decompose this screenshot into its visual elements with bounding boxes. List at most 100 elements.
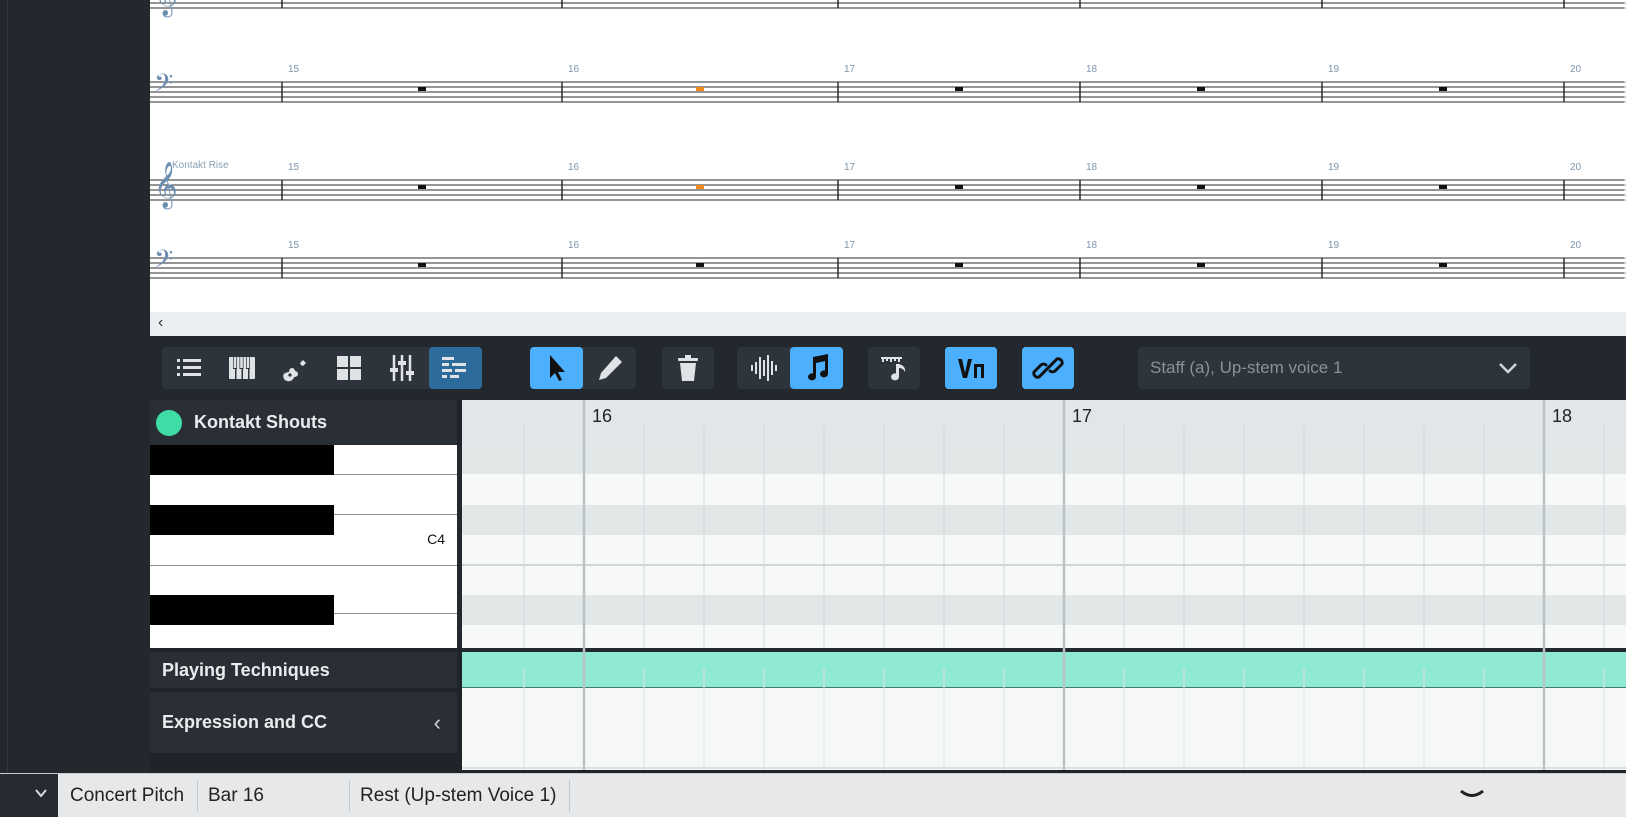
whole-rest[interactable] — [1439, 185, 1447, 189]
link-group — [1022, 347, 1074, 389]
instrument-header[interactable]: Kontakt Shouts — [150, 400, 457, 445]
key-divider — [334, 613, 457, 614]
staff[interactable]: 𝄢 15 16 17 18 19 20 — [150, 64, 1626, 104]
tool-group — [530, 347, 636, 389]
bar-number: 19 — [1328, 162, 1340, 173]
divider — [197, 780, 198, 812]
whole-rest[interactable] — [696, 263, 704, 267]
link-icon[interactable] — [1022, 347, 1074, 389]
whole-rest[interactable] — [1197, 263, 1205, 267]
mixer-sliders-icon[interactable] — [375, 347, 428, 389]
playing-technique-lane-fill[interactable] — [462, 652, 1626, 688]
bass-clef-icon: 𝄢 — [154, 245, 173, 280]
bar-number: 19 — [1328, 64, 1340, 75]
whole-rest[interactable] — [955, 185, 963, 189]
pitch-row[interactable] — [462, 625, 1626, 648]
arrow-select-icon[interactable] — [530, 347, 583, 389]
bar-number: 18 — [1086, 162, 1098, 173]
bar-number: 16 — [592, 406, 612, 426]
pitch-row[interactable] — [462, 474, 1626, 505]
lower-zone-toolbar: Staff (a), Up-stem voice 1 — [150, 336, 1626, 400]
app-window: 𝄞𝄢151617181920𝄞151617181920𝄢151617181920… — [0, 0, 1626, 817]
score-scrollbar[interactable]: ‹ — [150, 312, 1626, 336]
treble-clef-icon: 𝄞 — [154, 0, 178, 18]
chevron-left-icon[interactable]: ‹ — [434, 692, 441, 753]
whole-rest[interactable] — [1439, 263, 1447, 267]
key-divider — [150, 565, 457, 566]
whole-rest[interactable] — [418, 87, 426, 91]
bar-number: 15 — [288, 240, 300, 251]
lane-expression-cc[interactable]: Expression and CC ‹ — [150, 692, 457, 753]
bar-position: Bar 16 — [208, 785, 264, 806]
piano-roll-grid[interactable]: 16 17 18 — [462, 400, 1626, 770]
pitch-row[interactable] — [462, 595, 1626, 625]
whole-rest[interactable] — [418, 185, 426, 189]
key-editor-icon[interactable] — [428, 347, 482, 389]
bar-number: 15 — [288, 162, 300, 173]
trash-icon[interactable] — [662, 347, 714, 389]
waveform-icon[interactable] — [737, 347, 790, 389]
bar-number: 17 — [844, 162, 856, 173]
lane-playing-techniques[interactable]: Playing Techniques — [150, 652, 457, 688]
pitch-row[interactable] — [462, 565, 1626, 595]
bar-number: 18 — [1552, 406, 1572, 426]
music-note-icon[interactable] — [790, 347, 843, 389]
bar-number: 20 — [1570, 162, 1582, 173]
c4-label: C4 — [427, 531, 445, 547]
divider — [569, 780, 570, 812]
whole-rest[interactable] — [1439, 87, 1447, 91]
staff[interactable]: 𝄞 — [150, 0, 1626, 18]
view-group — [737, 347, 843, 389]
whole-rest[interactable] — [955, 263, 963, 267]
whole-rest[interactable] — [1197, 87, 1205, 91]
chevron-left-icon[interactable]: ‹ — [158, 314, 163, 332]
whole-rest[interactable] — [696, 185, 704, 189]
key-divider — [334, 514, 457, 515]
staff-voice-selector[interactable]: Staff (a), Up-stem voice 1 — [1138, 347, 1530, 389]
key-divider — [334, 474, 457, 475]
piano-keys-icon[interactable] — [215, 347, 268, 389]
whole-rest[interactable] — [955, 87, 963, 91]
pencil-icon[interactable] — [583, 347, 636, 389]
bar-number: 19 — [1328, 240, 1340, 251]
list-icon[interactable] — [162, 347, 215, 389]
voice-icon[interactable] — [945, 347, 997, 389]
bar-number: 18 — [1086, 64, 1098, 75]
bass-clef-icon: 𝄢 — [154, 69, 173, 104]
bar-number: 16 — [568, 240, 580, 251]
pitch-row[interactable] — [462, 505, 1626, 535]
whole-rest[interactable] — [696, 87, 704, 91]
divider — [349, 780, 350, 812]
piano-keyboard[interactable]: C4 — [150, 445, 457, 648]
instrument-label: Kontakt Rise — [172, 160, 229, 171]
piano-roll-canvas[interactable]: 16 17 18 — [462, 400, 1626, 770]
whole-rest[interactable] — [418, 263, 426, 267]
chevron-down-icon — [1496, 356, 1520, 385]
concert-pitch-toggle[interactable]: Concert Pitch — [70, 774, 184, 817]
bar-number: 18 — [1086, 240, 1098, 251]
pitch-row[interactable] — [462, 535, 1626, 565]
bar-number: 17 — [1072, 406, 1092, 426]
black-key[interactable] — [150, 505, 334, 535]
note-ruler-icon[interactable] — [868, 347, 920, 389]
pitch-row[interactable] — [462, 445, 1626, 474]
black-key[interactable] — [150, 595, 334, 625]
bar-number: 17 — [844, 240, 856, 251]
note-ruler-group — [868, 347, 920, 389]
score-view[interactable]: 𝄞𝄢151617181920𝄞151617181920𝄢151617181920… — [150, 0, 1626, 312]
staff[interactable]: 𝄢 15 16 17 18 19 20 — [150, 240, 1626, 280]
status-bar: Concert Pitch Bar 16 Rest (Up-stem Voice… — [0, 773, 1626, 817]
collapse-icon[interactable] — [1458, 786, 1486, 807]
grid-icon[interactable] — [322, 347, 375, 389]
status-bar-menu[interactable] — [0, 774, 58, 817]
instrument-color-dot — [156, 409, 182, 436]
guitar-icon[interactable] — [269, 347, 322, 389]
black-key[interactable] — [150, 445, 334, 475]
delete-group — [662, 347, 714, 389]
whole-rest[interactable] — [1197, 185, 1205, 189]
chevron-down-icon[interactable] — [34, 786, 48, 805]
staff[interactable]: 𝄞 15 16 17 18 19 20 — [150, 162, 1626, 210]
score-canvas[interactable]: 𝄞𝄢151617181920𝄞151617181920𝄢151617181920… — [150, 0, 1626, 312]
panel-switcher — [162, 347, 482, 389]
staff-voice-selector-label: Staff (a), Up-stem voice 1 — [1150, 358, 1343, 377]
